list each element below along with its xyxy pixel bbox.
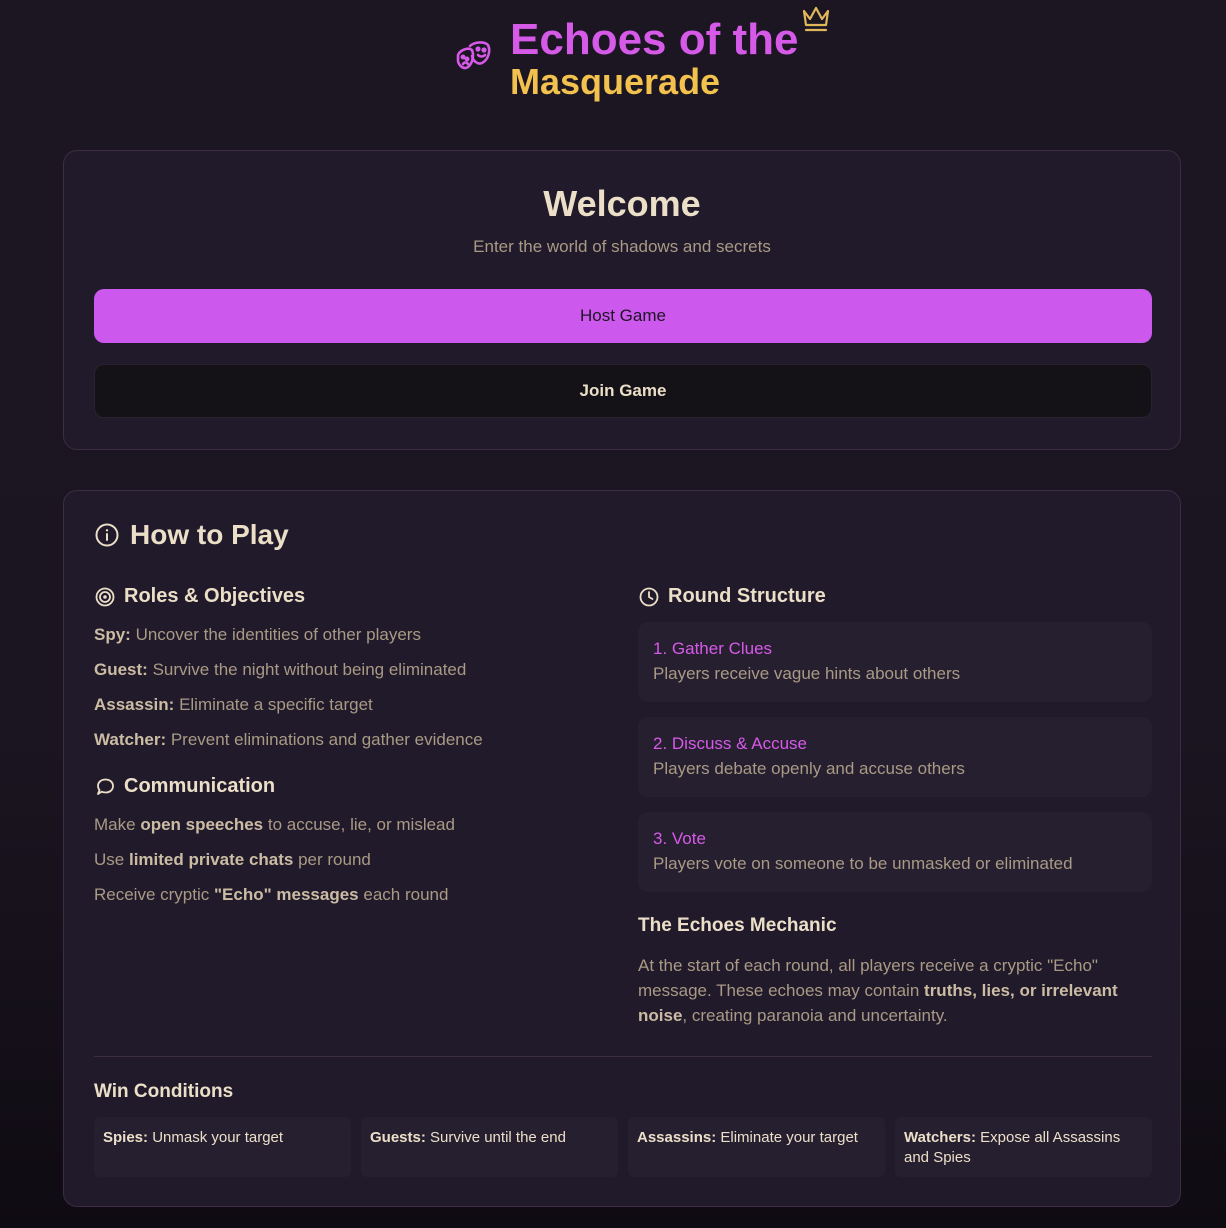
win-condition-card: Guests: Survive until the end <box>361 1117 618 1177</box>
round-structure-heading-label: Round Structure <box>668 585 826 607</box>
list-item: Make open speeches to accuse, lie, or mi… <box>94 815 455 850</box>
crown-icon <box>802 6 830 32</box>
welcome-card: Welcome Enter the world of shadows and s… <box>63 150 1181 450</box>
divider <box>94 1056 1152 1057</box>
win-text: Unmask your target <box>152 1129 284 1146</box>
text-pre: Receive cryptic <box>94 885 210 904</box>
role-objective: Prevent eliminations and gather evidence <box>170 730 483 749</box>
roles-heading-label: Roles & Objectives <box>124 585 306 607</box>
list-item: Spy: Uncover the identities of other pla… <box>94 625 483 660</box>
role-name: Guest: <box>94 660 148 679</box>
round-step-desc: Players vote on someone to be unmasked o… <box>653 854 1073 873</box>
win-condition-card: Watchers: Expose all Assassins and Spies <box>895 1117 1152 1177</box>
communication-heading-label: Communication <box>124 775 276 797</box>
win-role: Guests: <box>370 1129 426 1146</box>
role-name: Watcher: <box>94 730 167 749</box>
theater-mask-icon <box>456 41 491 70</box>
win-role: Spies: <box>103 1129 149 1146</box>
win-role: Assassins: <box>637 1129 717 1146</box>
roles-heading: Roles & Objectives <box>94 585 305 608</box>
roles-list: Spy: Uncover the identities of other pla… <box>94 625 483 765</box>
win-condition-card: Spies: Unmask your target <box>94 1117 351 1177</box>
app-title-line2: Masquerade <box>510 61 721 102</box>
round-step-title: 1. Gather Clues <box>653 639 773 658</box>
win-role: Watchers: <box>904 1129 976 1146</box>
text-post: each round <box>363 885 449 904</box>
communication-list: Make open speeches to accuse, lie, or mi… <box>94 815 455 920</box>
round-step-desc: Players receive vague hints about others <box>653 664 961 683</box>
round-step-title: 3. Vote <box>653 829 706 848</box>
text-pre: Make <box>94 815 136 834</box>
role-objective: Eliminate a specific target <box>179 695 373 714</box>
echoes-mechanic-heading: The Echoes Mechanic <box>638 915 837 936</box>
list-item: Use limited private chats per round <box>94 850 455 885</box>
round-step: 2. Discuss & Accuse Players debate openl… <box>638 717 1152 797</box>
role-name: Spy: <box>94 625 131 644</box>
list-item: Watcher: Prevent eliminations and gather… <box>94 730 483 765</box>
app-header: Echoes of the Masquerade <box>0 0 1226 120</box>
win-condition-card: Assassins: Eliminate your target <box>628 1117 885 1177</box>
win-text: Eliminate your target <box>720 1129 858 1146</box>
text-post: , creating paranoia and uncertainty. <box>682 1006 948 1025</box>
how-to-play-header: How to Play <box>94 519 289 551</box>
welcome-title: Welcome <box>543 183 701 224</box>
welcome-subtitle: Enter the world of shadows and secrets <box>473 237 771 256</box>
win-text: Survive until the end <box>430 1129 566 1146</box>
round-step-desc: Players debate openly and accuse others <box>653 759 965 778</box>
how-to-play-card: How to Play Roles & Objectives Spy: Unco… <box>63 490 1181 1207</box>
list-item: Guest: Survive the night without being e… <box>94 660 483 695</box>
target-icon <box>95 587 115 606</box>
text-post: to accuse, lie, or mislead <box>267 815 455 834</box>
info-icon <box>95 523 119 547</box>
text-bold: open speeches <box>140 815 264 834</box>
role-objective: Uncover the identities of other players <box>135 625 421 644</box>
communication-heading: Communication <box>94 775 275 798</box>
app-title-line1: Echoes of the <box>510 15 799 64</box>
text-post: per round <box>298 850 371 869</box>
role-objective: Survive the night without being eliminat… <box>152 660 467 679</box>
how-to-play-title: How to Play <box>130 519 289 550</box>
text-bold: "Echo" messages <box>214 885 359 904</box>
host-game-button[interactable]: Host Game <box>94 289 1152 343</box>
round-step: 3. Vote Players vote on someone to be un… <box>638 812 1152 892</box>
join-game-button[interactable]: Join Game <box>94 364 1152 418</box>
clock-icon <box>639 587 659 606</box>
list-item: Assassin: Eliminate a specific target <box>94 695 483 730</box>
chat-bubble-icon <box>97 778 114 795</box>
round-step: 1. Gather Clues Players receive vague hi… <box>638 622 1152 702</box>
text-bold: limited private chats <box>128 850 294 869</box>
role-name: Assassin: <box>94 695 175 714</box>
round-step-title: 2. Discuss & Accuse <box>653 734 808 753</box>
round-structure-heading: Round Structure <box>638 585 826 608</box>
echoes-mechanic-text: At the start of each round, all players … <box>638 953 1138 1028</box>
text-pre: Use <box>94 850 125 869</box>
win-conditions-heading: Win Conditions <box>94 1081 234 1102</box>
list-item: Receive cryptic "Echo" messages each rou… <box>94 885 455 920</box>
